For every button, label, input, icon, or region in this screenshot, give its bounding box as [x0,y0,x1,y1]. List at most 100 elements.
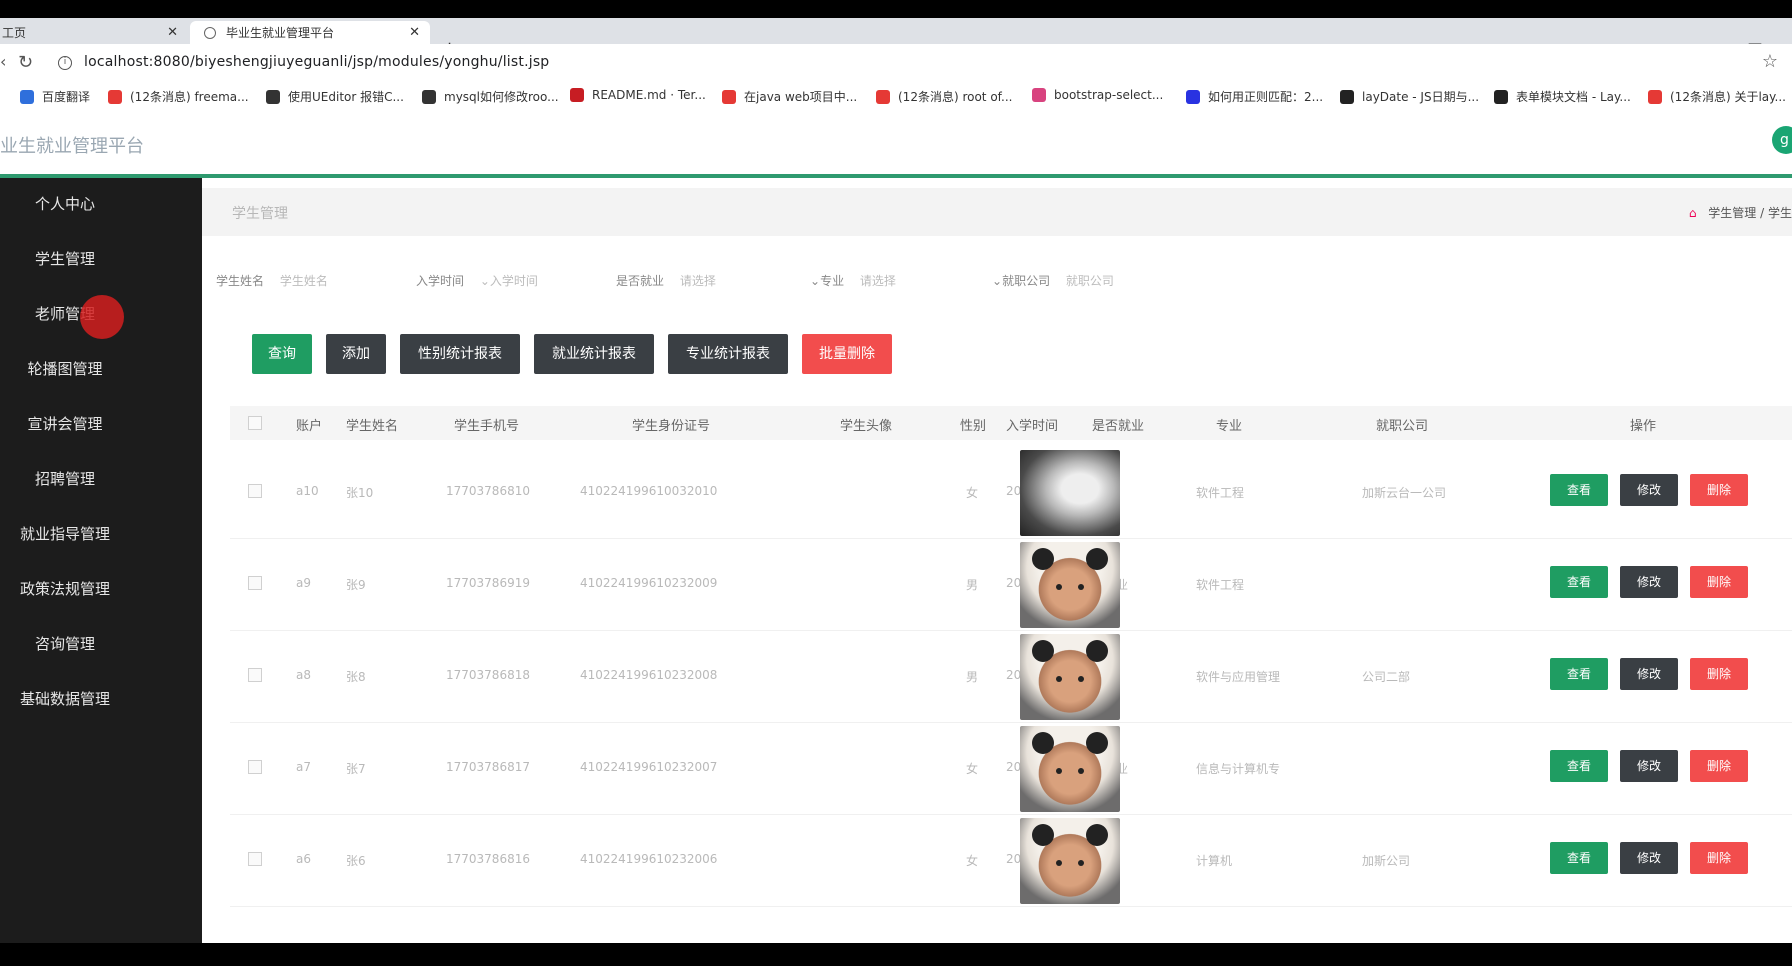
edit-button[interactable]: 修改 [1620,474,1678,506]
batch-delete-button[interactable]: 批量删除 [802,334,892,374]
back-icon[interactable]: ‹ [0,52,6,71]
app-title: 业生就业管理平台 [0,136,144,157]
avatar[interactable]: g [1772,126,1792,154]
info-icon[interactable]: i [58,56,72,70]
reload-icon[interactable]: ↻ [18,52,33,73]
search-label: 学生姓名 [216,274,265,288]
view-button[interactable]: 查看 [1550,750,1608,782]
delete-button[interactable]: 删除 [1690,750,1748,782]
delete-button[interactable]: 删除 [1690,474,1748,506]
delete-button[interactable]: 删除 [1690,842,1748,874]
bookmark-label: (12条消息) root of... [898,90,1013,104]
row-checkbox[interactable] [248,484,262,498]
sidebar-item-consultation[interactable]: 咨询管理 [0,624,130,664]
row-checkbox[interactable] [248,852,262,866]
column-header: 学生身份证号 [632,419,711,434]
avatar-detail [1086,640,1108,662]
column-header: 就职公司 [1376,419,1429,434]
sidebar-item-personal-center[interactable]: 个人中心 [0,184,130,224]
bookmark-item[interactable]: (12条消息) root of... [876,88,1012,105]
avatar-detail [1056,768,1062,774]
employment-report-button[interactable]: 就业统计报表 [534,334,654,374]
breadcrumb-separator: / [1760,206,1768,220]
sidebar-item-students[interactable]: 学生管理 [0,239,130,279]
search-label: ⌄专业 [810,274,844,288]
page-title: 学生管理 [232,206,288,222]
bookmark-item[interactable]: 百度翻译 [20,88,90,105]
view-button[interactable]: 查看 [1550,842,1608,874]
bookmark-item[interactable]: (12条消息) freema... [108,88,249,105]
bookmark-item[interactable]: 表单模块文档 - Lay... [1494,88,1631,105]
query-button[interactable]: 查询 [252,334,312,374]
breadcrumb-item[interactable]: 学生 [1768,206,1792,220]
bookmark-label: bootstrap-select... [1054,88,1164,102]
bookmark-item[interactable]: mysql如何修改roo... [422,88,559,105]
browser-tab-inactive[interactable]: 工页 ✕ [0,21,188,44]
delete-button[interactable]: 删除 [1690,566,1748,598]
row-checkbox[interactable] [248,760,262,774]
breadcrumb-item[interactable]: 学生管理 [1708,206,1756,220]
close-tab-icon[interactable]: ✕ [409,25,420,40]
bookmark-item[interactable]: bootstrap-select... [1032,88,1163,102]
search-field-company: ⌄就职公司 就职公司 [992,272,1114,289]
sidebar-item-base-data[interactable]: 基础数据管理 [0,679,130,719]
major-select[interactable]: 请选择 [860,274,896,288]
enroll-time-input[interactable]: ⌄入学时间 [480,274,538,288]
table-row: a9张917703786919410224199610232009男2021未就… [230,538,1792,631]
student-avatar-image [1020,726,1120,812]
dropdown-arrow-icon: ⌄ [992,274,1003,288]
edit-button[interactable]: 修改 [1620,566,1678,598]
name-input[interactable]: 学生姓名 [280,274,328,288]
row-checkbox[interactable] [248,576,262,590]
select-all-checkbox[interactable] [248,416,262,430]
sidebar-item-career-guidance[interactable]: 就业指导管理 [0,514,130,554]
add-button[interactable]: 添加 [326,334,386,374]
bookmark-item[interactable]: README.md · Ter... [570,88,706,102]
cell-name: 张9 [346,578,366,592]
home-icon[interactable]: ⌂ [1689,206,1697,220]
view-button[interactable]: 查看 [1550,658,1608,690]
major-report-button[interactable]: 专业统计报表 [668,334,788,374]
bookmark-star-icon[interactable]: ☆ [1762,51,1778,72]
sidebar-item-seminars[interactable]: 宣讲会管理 [0,404,130,444]
screen-bottom-border [0,943,1792,966]
cell-major: 信息与计算机专 [1196,762,1281,776]
avatar-detail [1032,824,1054,846]
browser-tab-strip: 工页 ✕ 毕业生就业管理平台 ✕ + — [0,18,1792,59]
bookmark-item[interactable]: (12条消息) 关于lay... [1648,88,1786,105]
main-content: 学生管理 ⌂ 学生管理 / 学生 学生姓名 学生姓名 入学时间 ⌄入学时间 是否… [202,178,1792,943]
delete-button[interactable]: 删除 [1690,658,1748,690]
edit-button[interactable]: 修改 [1620,658,1678,690]
bookmark-item[interactable]: 使用UEditor 报错C... [266,88,404,105]
view-button[interactable]: 查看 [1550,566,1608,598]
column-header: 学生手机号 [454,419,520,434]
bookmark-item[interactable]: 如何用正则匹配：2... [1186,88,1323,105]
bookmark-label: 百度翻译 [42,90,91,104]
sidebar-item-policies[interactable]: 政策法规管理 [0,569,130,609]
bookmark-item[interactable]: layDate - JS日期与... [1340,88,1479,105]
url-text[interactable]: localhost:8080/biyeshengjiuyeguanli/jsp/… [84,54,549,70]
column-header: 入学时间 [1006,419,1059,434]
avatar-detail [1032,732,1054,754]
view-button[interactable]: 查看 [1550,474,1608,506]
sidebar-item-carousel[interactable]: 轮播图管理 [0,349,130,389]
gender-report-button[interactable]: 性别统计报表 [400,334,520,374]
edit-button[interactable]: 修改 [1620,750,1678,782]
browser-tab-active[interactable]: 毕业生就业管理平台 ✕ [190,21,430,44]
cell-name: 张8 [346,670,366,684]
student-avatar-image [1020,818,1120,904]
column-header: 学生姓名 [346,419,399,434]
cell-idcard: 410224199610232007 [580,760,718,774]
sidebar-item-recruitment[interactable]: 招聘管理 [0,459,130,499]
employed-select[interactable]: 请选择 [680,274,716,288]
edit-button[interactable]: 修改 [1620,842,1678,874]
close-tab-icon[interactable]: ✕ [167,25,178,40]
company-input[interactable]: 就职公司 [1066,274,1114,288]
cell-major: 计算机 [1196,854,1233,868]
cell-idcard: 410224199610232009 [580,576,718,590]
avatar-detail [1056,676,1062,682]
bookmark-item[interactable]: 在java web项目中... [722,88,857,105]
layui-icon [1340,89,1354,104]
cell-major: 软件工程 [1196,486,1245,500]
row-checkbox[interactable] [248,668,262,682]
